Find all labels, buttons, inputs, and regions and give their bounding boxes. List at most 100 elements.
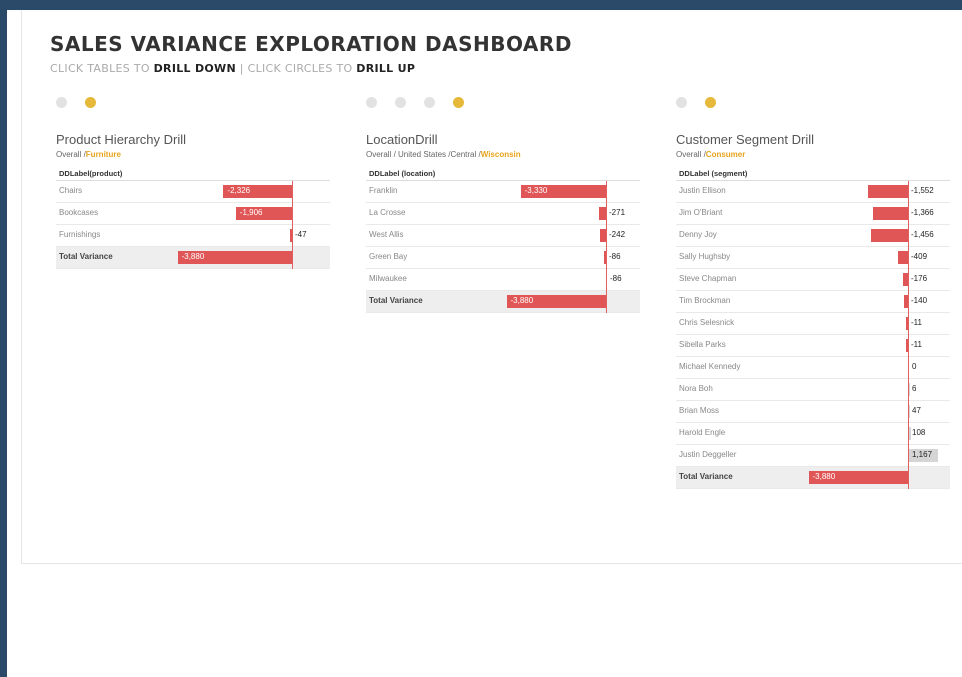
- breadcrumb: Overall /Consumer: [676, 150, 950, 162]
- variance-value: -176: [911, 274, 928, 283]
- column-header: DDLabel (segment): [676, 168, 950, 181]
- row-label: Franklin: [369, 186, 398, 195]
- variance-value: 6: [912, 384, 917, 393]
- variance-value: -11: [911, 318, 922, 327]
- row-label: Denny Joy: [679, 230, 717, 239]
- variance-value: -140: [911, 296, 928, 305]
- panel-customer: Customer Segment Drill Overall /Consumer D…: [676, 94, 950, 489]
- variance-value: 47: [912, 406, 921, 415]
- panel-product: Product Hierarchy Drill Overall /Furnitur…: [56, 94, 330, 269]
- window-top-bar: [0, 0, 962, 10]
- subtitle-pre: CLICK TABLES TO: [50, 62, 154, 75]
- variance-value: -3,880: [181, 252, 205, 261]
- dashboard-frame: SALES VARIANCE EXPLORATION DASHBOARD CLI…: [21, 10, 962, 564]
- drill-up-circle[interactable]: [424, 96, 435, 108]
- total-row: Total Variance -3,880: [366, 291, 640, 313]
- row-label: Sibella Parks: [679, 340, 726, 349]
- row-label: Harold Engle: [679, 428, 726, 437]
- drill-up-circle[interactable]: [676, 96, 687, 108]
- variance-table: Franklin -3,330 La Crosse -271 West Allis -24…: [366, 181, 640, 313]
- table-row[interactable]: Green Bay -86: [366, 247, 640, 269]
- variance-value: -409: [911, 252, 928, 261]
- row-label: Tim Brockman: [679, 296, 731, 305]
- breadcrumb-current: Wisconsin: [480, 150, 521, 159]
- breadcrumb-path: Overall / United States /Central /: [366, 150, 481, 159]
- panel-title: LocationDrill: [366, 132, 438, 147]
- drill-up-circle[interactable]: [395, 96, 406, 108]
- drill-up-circle[interactable]: [56, 96, 67, 108]
- table-row[interactable]: Chairs -2,326: [56, 181, 330, 203]
- breadcrumb-current: Consumer: [705, 150, 746, 159]
- subtitle-mid: | CLICK CIRCLES TO: [236, 62, 357, 75]
- variance-value: -47: [295, 230, 307, 239]
- variance-value: -242: [609, 230, 626, 239]
- row-label: Nora Boh: [679, 384, 713, 393]
- variance-value: -1,456: [911, 230, 934, 239]
- row-label: Total Variance: [59, 252, 113, 261]
- zero-reference-line: [606, 181, 607, 313]
- row-label: Steve Chapman: [679, 274, 737, 283]
- panel-title: Customer Segment Drill: [676, 132, 814, 147]
- drill-up-circles: [676, 94, 950, 110]
- row-label: Brian Moss: [679, 406, 720, 415]
- row-label: Green Bay: [369, 252, 408, 261]
- dashboard-subtitle: CLICK TABLES TO DRILL DOWN | CLICK CIRCL…: [50, 62, 415, 75]
- variance-value: 1,167: [912, 450, 933, 459]
- variance-value: -1,552: [911, 186, 934, 195]
- zero-reference-line: [908, 181, 909, 489]
- row-label: Michael Kennedy: [679, 362, 741, 371]
- row-label: Justin Deggeller: [679, 450, 737, 459]
- row-label: Total Variance: [369, 296, 423, 305]
- row-label: Chris Selesnick: [679, 318, 735, 327]
- variance-value: -86: [610, 274, 622, 283]
- breadcrumb-path: Overall /: [56, 150, 86, 159]
- drill-up-circle[interactable]: [366, 96, 377, 108]
- row-label: Sally Hughsby: [679, 252, 731, 261]
- breadcrumb: Overall / United States /Central /Wiscon…: [366, 150, 640, 162]
- variance-value: 0: [912, 362, 917, 371]
- breadcrumb-current: Furniture: [85, 150, 121, 159]
- drill-up-circle[interactable]: [705, 96, 716, 108]
- breadcrumb-path: Overall /: [676, 150, 706, 159]
- table-row[interactable]: Milwaukee -86: [366, 269, 640, 291]
- variance-value: -11: [911, 340, 922, 349]
- row-label: Bookcases: [59, 208, 99, 217]
- subtitle-drill-up: DRILL UP: [356, 62, 416, 75]
- drill-up-circles: [56, 94, 330, 110]
- variance-table: Justin Ellison -1,552 Jim O'Briant -1,366 De…: [676, 181, 950, 489]
- variance-value: 108: [912, 428, 926, 437]
- row-label: Chairs: [59, 186, 83, 195]
- table-row[interactable]: La Crosse -271: [366, 203, 640, 225]
- variance-table: Chairs -2,326 Bookcases -1,906 Furnishings -4…: [56, 181, 330, 269]
- dashboard-canvas: SALES VARIANCE EXPLORATION DASHBOARD CLI…: [7, 10, 962, 677]
- negative-variance-bar: [599, 207, 606, 220]
- dashboard-title: SALES VARIANCE EXPLORATION DASHBOARD: [50, 32, 572, 56]
- variance-value: -271: [609, 208, 626, 217]
- negative-variance-bar: [897, 251, 908, 264]
- variance-value: -3,880: [510, 296, 534, 305]
- row-label: Furnishings: [59, 230, 101, 239]
- row-label: West Allis: [369, 230, 404, 239]
- negative-variance-bar: [870, 229, 908, 242]
- subtitle-drill-down: DRILL DOWN: [153, 62, 236, 75]
- negative-variance-bar: [868, 185, 908, 198]
- zero-reference-line: [292, 181, 293, 269]
- table-row[interactable]: Franklin -3,330: [366, 181, 640, 203]
- negative-variance-bar: [872, 207, 908, 220]
- table-row[interactable]: Furnishings -47: [56, 225, 330, 247]
- variance-value: -3,880: [812, 472, 836, 481]
- drill-up-circles: [366, 94, 640, 110]
- total-row: Total Variance -3,880: [56, 247, 330, 269]
- panel-title: Product Hierarchy Drill: [56, 132, 187, 147]
- variance-value: -1,906: [239, 208, 263, 217]
- drill-up-circle[interactable]: [85, 96, 96, 108]
- table-row[interactable]: Bookcases -1,906: [56, 203, 330, 225]
- table-row[interactable]: West Allis -242: [366, 225, 640, 247]
- variance-value: -1,366: [911, 208, 934, 217]
- variance-value: -3,330: [524, 186, 548, 195]
- drill-up-circle[interactable]: [453, 96, 464, 108]
- variance-value: -2,326: [227, 186, 251, 195]
- panel-location: LocationDrill Overall / United States /Ce…: [366, 94, 640, 313]
- row-label: Justin Ellison: [679, 186, 726, 195]
- breadcrumb: Overall /Furniture: [56, 150, 330, 162]
